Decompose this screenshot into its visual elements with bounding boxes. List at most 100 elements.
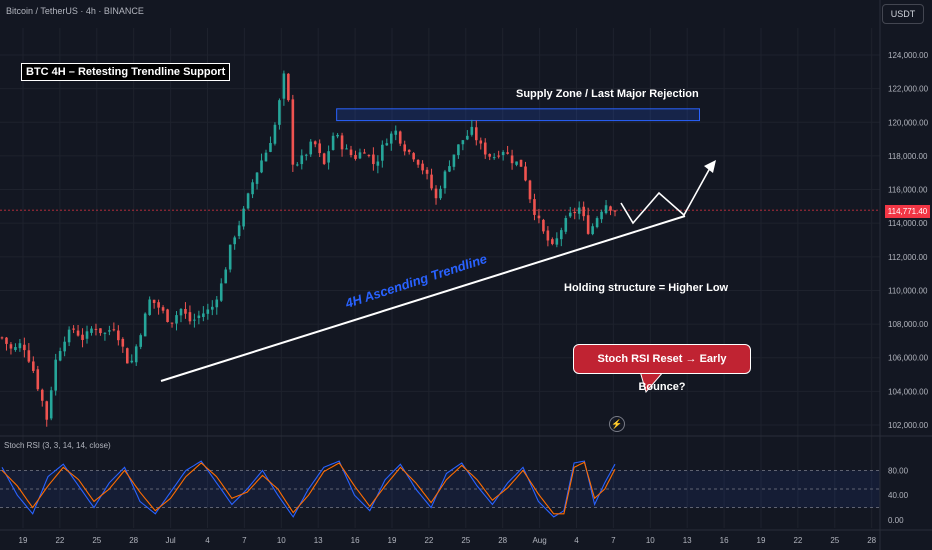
currency-button[interactable]: USDT <box>882 4 924 24</box>
time-tick-label: 13 <box>314 536 323 545</box>
candle-body <box>506 152 509 154</box>
time-tick-label: 13 <box>683 536 692 545</box>
candle-body <box>560 230 563 240</box>
candle-body <box>519 159 523 167</box>
trading-chart[interactable]: 124,000.00 122,000.00 120,000.00 118,000.00… <box>0 0 932 550</box>
candle-body <box>76 330 80 336</box>
candle-body <box>117 330 120 341</box>
candle-body <box>45 401 49 420</box>
candle-body <box>224 269 228 284</box>
candle-body <box>363 152 366 154</box>
candle-body <box>501 151 505 156</box>
time-tick-label: 4 <box>574 536 579 545</box>
price-tick-label: 102,000.00 <box>888 421 929 430</box>
time-tick-label: 16 <box>720 536 729 545</box>
candle-body <box>148 299 151 315</box>
candle-body <box>175 315 178 324</box>
stoch-tick-label: 40.00 <box>888 491 909 500</box>
candle-body <box>416 159 420 165</box>
supply-zone-label: Supply Zone / Last Major Rejection <box>516 88 699 100</box>
price-tick-label: 104,000.00 <box>888 387 929 396</box>
candle-body <box>448 166 451 172</box>
stoch-tick-label: 0.00 <box>888 516 904 525</box>
candle-body <box>492 157 496 159</box>
candle-body <box>394 130 398 135</box>
candle-body <box>161 307 165 311</box>
candle-body <box>354 154 357 159</box>
candle-body <box>443 171 447 189</box>
time-tick-label: 16 <box>351 536 360 545</box>
candle-body <box>381 144 384 161</box>
candle-body <box>296 164 299 166</box>
candle-body <box>273 124 277 144</box>
candle-body <box>304 154 308 156</box>
price-tick-label: 112,000.00 <box>888 253 928 262</box>
time-tick-label: 28 <box>498 536 507 545</box>
candle-body <box>260 160 263 173</box>
time-tick-label: 10 <box>277 536 286 545</box>
time-tick-label: Jul <box>165 536 175 545</box>
candle-body <box>340 135 344 150</box>
candle-body <box>345 148 348 150</box>
last-price-tag: 114,771.40 <box>885 205 930 218</box>
candle-body <box>515 161 518 165</box>
time-tick-label: 19 <box>19 536 28 545</box>
candle-body <box>533 199 536 215</box>
candle-body <box>166 309 169 322</box>
time-tick-label: 25 <box>830 536 839 545</box>
time-tick-label: 10 <box>646 536 655 545</box>
candle-body <box>434 188 438 199</box>
candle-body <box>336 134 339 137</box>
candle-body <box>139 335 143 347</box>
candle-body <box>143 313 147 337</box>
candle-body <box>152 299 156 303</box>
candle-body <box>112 329 116 331</box>
candle-body <box>36 369 40 390</box>
candle-body <box>103 332 107 334</box>
candle-body <box>309 141 313 155</box>
candle-body <box>58 351 62 361</box>
candle-body <box>595 218 599 228</box>
candle-body <box>85 331 89 339</box>
candle-body <box>269 142 272 152</box>
lightning-icon[interactable]: ⚡ <box>609 416 625 432</box>
candle-body <box>568 212 572 217</box>
time-tick-label: 22 <box>424 536 433 545</box>
candle-body <box>125 348 129 364</box>
candle-body <box>407 149 411 152</box>
candle-body <box>130 360 134 363</box>
time-tick-label: 25 <box>461 536 470 545</box>
candle-body <box>349 149 353 156</box>
candle-body <box>582 206 585 217</box>
time-tick-label: 22 <box>793 536 802 545</box>
candle-body <box>197 315 201 318</box>
price-tick-label: 116,000.00 <box>888 186 928 195</box>
candle-body <box>452 154 456 167</box>
candle-body <box>555 238 559 245</box>
candle-body <box>479 140 483 144</box>
price-tick-label: 110,000.00 <box>888 286 928 295</box>
candle-body <box>318 143 321 154</box>
candle-body <box>389 133 393 144</box>
candle-body <box>27 350 31 362</box>
candle-body <box>609 206 612 211</box>
candle-body <box>470 126 474 135</box>
candle-body <box>14 347 17 351</box>
time-tick-label: 28 <box>129 536 138 545</box>
candle-body <box>188 312 192 322</box>
candle-body <box>546 230 550 241</box>
candle-body <box>461 140 465 145</box>
candle-body <box>385 143 389 146</box>
stoch-tick-label: 80.00 <box>888 466 909 475</box>
candle-body <box>9 344 13 349</box>
candle-body <box>94 328 98 330</box>
candle-body <box>372 154 375 165</box>
candle-body <box>331 135 335 150</box>
candle-body <box>313 141 317 145</box>
candle-body <box>246 193 250 209</box>
candle-body <box>23 344 26 351</box>
candle-body <box>32 361 35 371</box>
candle-body <box>63 341 66 352</box>
candle-body <box>228 244 232 270</box>
candle-body <box>251 182 254 195</box>
